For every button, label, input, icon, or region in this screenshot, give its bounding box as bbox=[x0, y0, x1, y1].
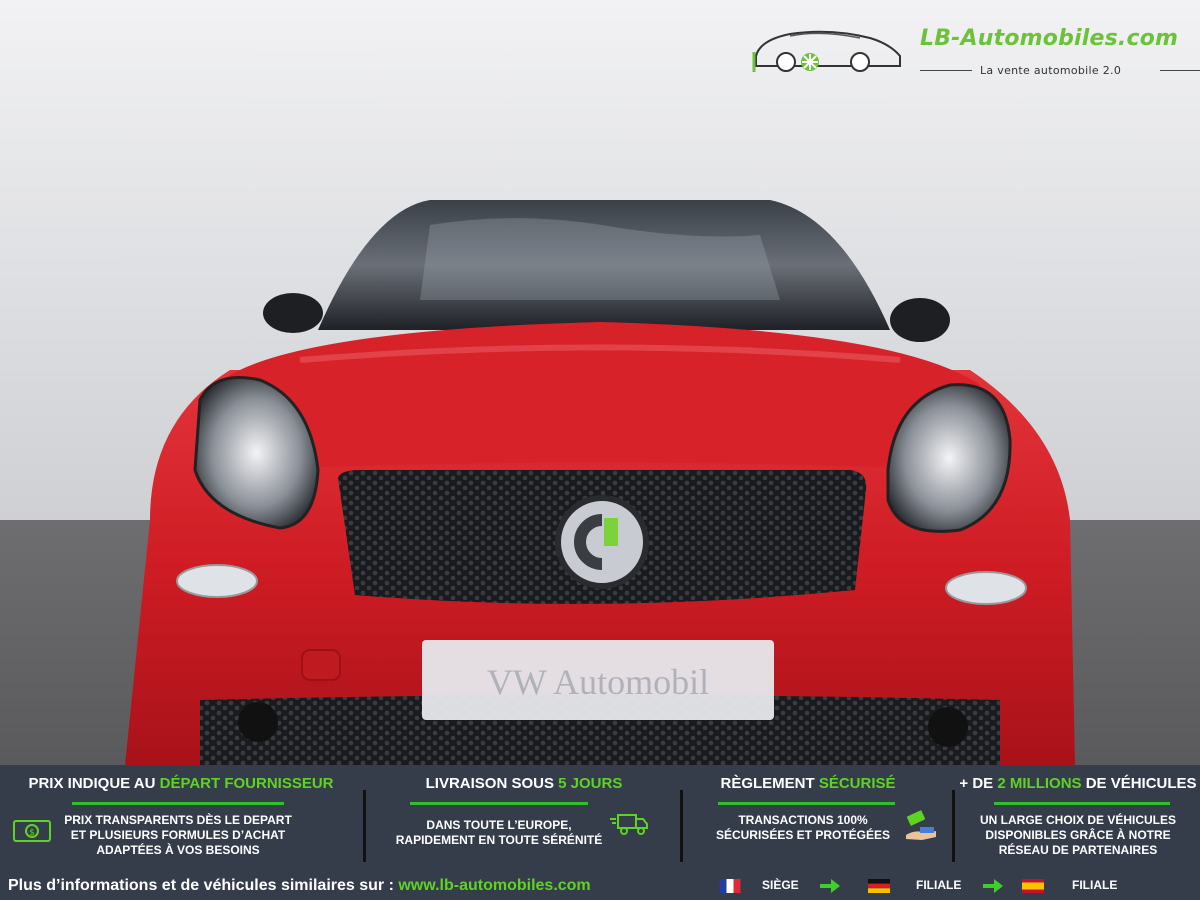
feature-payment: RÈGLEMENT SÉCURISÉ TRANSACTIONS 100% SÉC… bbox=[686, 765, 952, 865]
feature-title: RÈGLEMENT SÉCURISÉ bbox=[720, 775, 896, 792]
arrow-right-icon bbox=[983, 879, 1003, 893]
feature-description: PRIX TRANSPARENTS DÈS LE DEPART ET PLUSI… bbox=[64, 813, 292, 857]
feature-description: UN LARGE CHOIX DE VÉHICULES DISPONIBLES … bbox=[979, 813, 1177, 857]
feature-underline bbox=[410, 802, 588, 805]
feature-title: + DE 2 MILLIONS DE VÉHICULES bbox=[959, 775, 1197, 792]
location-label: SIÈGE bbox=[762, 878, 799, 892]
divider bbox=[920, 70, 972, 71]
arrow-right-icon bbox=[820, 879, 840, 893]
flag-france-icon bbox=[719, 879, 741, 893]
money-icon: $ bbox=[13, 820, 51, 842]
flag-germany-icon bbox=[868, 879, 890, 893]
feature-underline bbox=[718, 802, 895, 805]
more-info-text: Plus d’informations et de véhicules simi… bbox=[8, 877, 591, 894]
svg-text:$: $ bbox=[29, 828, 35, 838]
feature-underline bbox=[72, 802, 284, 805]
car-photo: VW Automobil bbox=[0, 0, 1200, 765]
brand-tagline: La vente automobile 2.0 bbox=[980, 64, 1122, 77]
payment-hand-icon bbox=[906, 810, 936, 840]
separator bbox=[363, 790, 366, 862]
flag-spain-icon bbox=[1022, 879, 1044, 893]
feature-delivery: LIVRAISON SOUS 5 JOURS DANS TOUTE L’EURO… bbox=[368, 765, 680, 865]
location-label: FILIALE bbox=[1072, 878, 1118, 892]
feature-price: PRIX INDIQUE AU DÉPART FOURNISSEUR $ PRI… bbox=[0, 765, 362, 865]
feature-vehicles: + DE 2 MILLIONS DE VÉHICULES UN LARGE CH… bbox=[956, 765, 1200, 865]
feature-title: PRIX INDIQUE AU DÉPART FOURNISSEUR bbox=[28, 775, 334, 792]
feature-title: LIVRAISON SOUS 5 JOURS bbox=[425, 775, 623, 792]
website-link[interactable]: www.lb-automobiles.com bbox=[398, 877, 590, 894]
car-logo-icon bbox=[752, 30, 901, 72]
feature-description: TRANSACTIONS 100% SÉCURISÉES ET PROTÉGÉE… bbox=[715, 813, 891, 842]
info-banner: PRIX INDIQUE AU DÉPART FOURNISSEUR $ PRI… bbox=[0, 765, 1200, 900]
location-label: FILIALE bbox=[916, 878, 962, 892]
divider bbox=[1160, 70, 1200, 71]
brand-logo: LB-Automobiles.com La vente automobile 2… bbox=[750, 22, 1200, 82]
separator bbox=[680, 790, 683, 862]
separator bbox=[952, 790, 955, 862]
feature-description: DANS TOUTE L’EUROPE, RAPIDEMENT EN TOUTE… bbox=[395, 818, 603, 847]
delivery-truck-icon bbox=[610, 814, 648, 835]
feature-underline bbox=[994, 802, 1170, 805]
license-plate: VW Automobil bbox=[487, 662, 709, 702]
brand-name: LB-Automobiles.com bbox=[920, 26, 1179, 51]
